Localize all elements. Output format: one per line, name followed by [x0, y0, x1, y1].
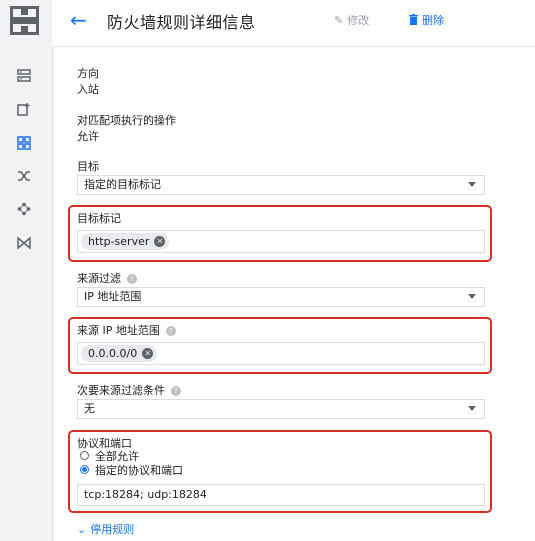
bowtie-icon[interactable]: [12, 231, 36, 255]
header-bar: ← 防火墙规则详细信息 ✎ 修改 删除: [52, 0, 535, 47]
page-title: 防火墙规则详细信息: [107, 13, 256, 32]
ip-chip: 0.0.0.0/0 ✕: [81, 345, 158, 362]
chip-remove-icon[interactable]: ✕: [142, 348, 154, 359]
source-ip-label: 来源 IP 地址范围?: [77, 322, 176, 338]
protocols-input[interactable]: tcp:18284; udp:18284: [77, 484, 485, 506]
chevron-down-icon: ⌄: [77, 523, 87, 536]
help-icon[interactable]: ?: [165, 326, 176, 336]
delete-button[interactable]: 删除: [409, 12, 444, 28]
grid-icon[interactable]: [12, 131, 36, 155]
secondary-filter-value: 无: [84, 402, 95, 415]
action-value: 允许: [77, 130, 99, 143]
target-select[interactable]: 指定的目标标记: [77, 175, 485, 195]
tag-chip: http-server ✕: [81, 233, 170, 250]
action-label: 对匹配项执行的操作: [77, 114, 176, 127]
disable-rule-label: 停用规则: [90, 523, 135, 536]
help-icon[interactable]: ?: [171, 386, 181, 396]
source-filter-label-text: 来源过滤: [77, 272, 121, 285]
chip-remove-icon[interactable]: ✕: [154, 236, 166, 247]
direction-value: 入站: [77, 83, 99, 96]
logo-icon[interactable]: [10, 6, 39, 35]
list-icon[interactable]: [12, 64, 36, 88]
target-tags-label: 目标标记: [77, 212, 121, 225]
dropdown-arrow-icon: [468, 406, 476, 411]
source-filter-select[interactable]: IP 地址范围: [77, 287, 485, 307]
radio-allow-all[interactable]: [80, 451, 89, 460]
dropdown-arrow-icon: [468, 294, 476, 299]
sidebar: [0, 0, 53, 541]
secondary-filter-label: 次要来源过滤条件?: [77, 382, 181, 398]
direction-label: 方向: [77, 67, 99, 80]
radio-specified-label: 指定的协议和端口: [95, 464, 183, 477]
edit-label: 修改: [347, 14, 370, 27]
secondary-filter-select[interactable]: 无: [77, 399, 485, 419]
source-ip-input[interactable]: 0.0.0.0/0 ✕: [77, 342, 485, 365]
pencil-icon: ✎: [334, 14, 344, 27]
nodes-icon[interactable]: [12, 197, 36, 221]
disable-rule-link[interactable]: ⌄ 停用规则: [77, 521, 134, 537]
target-label: 目标: [77, 160, 99, 173]
tag-chip-label: http-server: [88, 235, 150, 248]
help-icon[interactable]: ?: [127, 274, 137, 284]
shuffle-icon[interactable]: [12, 164, 36, 188]
source-filter-label: 来源过滤?: [77, 270, 137, 286]
target-tags-input[interactable]: http-server ✕: [77, 230, 485, 253]
radio-specified[interactable]: [80, 465, 89, 474]
source-ip-label-text: 来源 IP 地址范围: [77, 324, 160, 337]
target-select-value: 指定的目标标记: [84, 178, 161, 191]
source-filter-value: IP 地址范围: [84, 290, 142, 303]
protocols-input-value: tcp:18284; udp:18284: [84, 488, 207, 501]
delete-label: 删除: [422, 14, 444, 27]
ip-chip-label: 0.0.0.0/0: [88, 347, 138, 360]
add-icon[interactable]: [12, 97, 36, 121]
trash-icon: [409, 14, 418, 27]
dropdown-arrow-icon: [468, 182, 476, 187]
secondary-filter-label-text: 次要来源过滤条件: [77, 384, 165, 397]
edit-button[interactable]: ✎ 修改: [334, 12, 369, 28]
back-arrow-icon[interactable]: ←: [70, 6, 87, 34]
